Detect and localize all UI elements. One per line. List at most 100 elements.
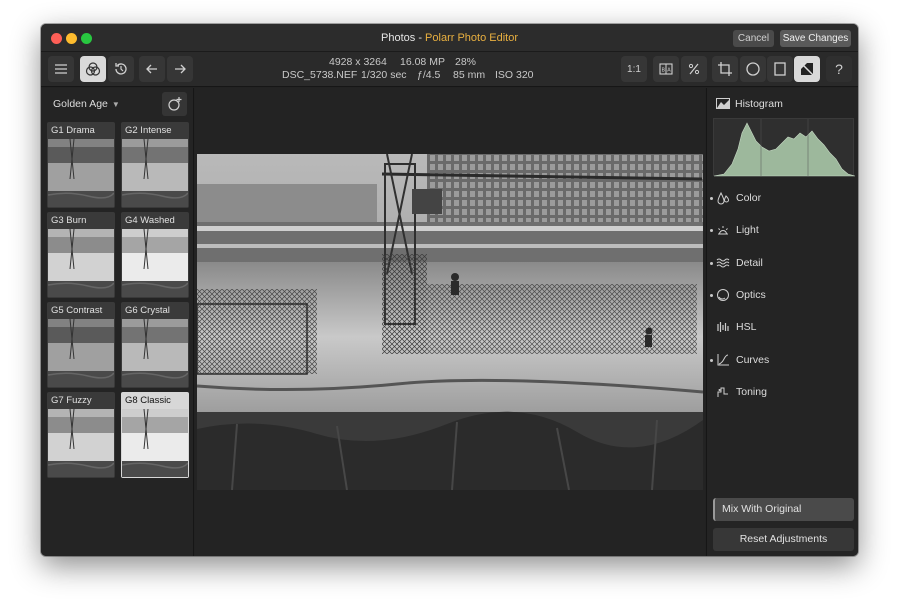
preset-thumbnail[interactable]: G4 Washed [121,212,189,298]
preset-thumbnail[interactable]: G2 Intense [121,122,189,208]
histogram-title: Histogram [735,98,783,110]
local-adjust-button[interactable] [794,56,820,82]
preset-label: G4 Washed [125,215,175,226]
aperture: ƒ/4.5 [417,69,441,81]
crop-button[interactable] [712,56,738,82]
adjustment-label: Curves [736,353,770,366]
preset-thumbnail[interactable]: G3 Burn [47,212,115,298]
square-mask-button[interactable] [767,56,793,82]
modified-dot [710,358,713,362]
preset-preview [48,229,114,297]
presets-panel: Golden Age ▼ G1 Drama G2 Intense G3 Burn G4 … [41,88,194,556]
adjustment-color[interactable]: Color [707,188,858,210]
before-after-button[interactable]: BA [653,56,679,82]
preset-preview [48,139,114,207]
preset-label: G5 Contrast [51,305,103,316]
add-preset-button[interactable] [162,92,187,116]
svg-text:B: B [662,68,666,74]
preset-label: G6 Crystal [125,305,170,316]
adjustment-label: Detail [736,256,763,269]
adjustment-label: Toning [736,385,767,398]
modified-dot [710,293,713,297]
image-dimensions: 4928 x 3264 [329,56,387,68]
preset-thumbnail[interactable]: G5 Contrast [47,302,115,388]
adjustment-detail[interactable]: Detail [707,253,858,275]
adjustment-label: Optics [736,288,766,301]
curves-icon [717,353,729,365]
image-filename: DSC_5738.NEF [282,69,358,81]
detail-waves-icon [716,258,730,268]
filters-icon [85,62,101,76]
undo-icon [146,64,157,74]
mix-with-original-slider[interactable]: Mix With Original [713,498,854,521]
adjustment-toning[interactable]: Toning [707,382,858,404]
circle-mask-icon [746,62,760,76]
adjustment-label: Light [736,224,759,237]
local-adjust-icon [800,62,814,76]
preset-preview [48,319,114,387]
image-megapixels: 16.08 MP [400,56,445,68]
preset-thumbnail[interactable]: G6 Crystal [121,302,189,388]
circle-mask-button[interactable] [740,56,766,82]
preset-label: G3 Burn [51,215,87,226]
percent-button[interactable] [681,56,707,82]
preset-label: G2 Intense [125,125,172,136]
adjustment-light[interactable]: Light [707,220,858,242]
help-button[interactable]: ? [826,56,852,82]
preset-thumbnail[interactable]: G1 Drama [47,122,115,208]
preset-group-dropdown[interactable]: Golden Age ▼ [53,98,120,110]
zoom-1-1-button[interactable]: 1:1 [621,56,647,82]
preset-preview [122,139,188,207]
preset-label: G1 Drama [51,125,95,136]
toning-icon [717,387,728,397]
adjustment-label: HSL [736,321,757,334]
filters-button[interactable] [80,56,106,82]
preset-preview [122,409,188,477]
preset-thumbnail[interactable]: G8 Classic [121,392,189,478]
shutter-speed: 1/320 sec [361,69,407,81]
title-prefix: Photos - [381,32,426,44]
iso-value: ISO 320 [495,69,534,81]
redo-icon [175,64,186,74]
cancel-button[interactable]: Cancel [733,30,774,47]
image-info: 4928 x 3264 16.08 MP 28% DSC_5738.NEF 1/… [271,56,541,82]
preset-preview [122,319,188,387]
history-button[interactable] [108,56,134,82]
light-sun-icon [718,226,728,235]
preset-preview [48,409,114,477]
chevron-down-icon: ▼ [111,100,120,109]
before-after-icon: BA [659,63,673,75]
app-window: Photos - Polarr Photo Editor Cancel Save… [41,24,858,556]
menu-icon [55,64,67,74]
redo-button[interactable] [167,56,193,82]
preset-label: G7 Fuzzy [51,395,92,406]
modified-dot [710,197,713,200]
adjustment-hsl[interactable]: HSL [707,317,858,339]
adjustment-optics[interactable]: Optics [707,285,858,307]
reset-adjustments-button[interactable]: Reset Adjustments [713,528,854,551]
histogram-chart [713,118,856,177]
app-name: Polarr Photo Editor [425,32,518,44]
history-icon [115,63,127,75]
save-changes-button[interactable]: Save Changes [780,30,851,47]
crop-icon [718,62,732,76]
histogram-icon [716,98,730,109]
modified-dot [710,229,713,233]
modified-dot [710,261,713,265]
adjustment-curves[interactable]: Curves [707,350,858,372]
histogram-graph [713,119,856,177]
hsl-bars-icon [717,322,729,333]
zoom-level: 28% [455,56,477,68]
adjustments-panel: Histogram Color Light Detail Optics HSL Curve… [706,88,858,556]
image-canvas[interactable] [195,88,705,556]
preset-label: G8 Classic [125,395,171,406]
adjustment-label: Color [736,192,762,204]
undo-button[interactable] [139,56,165,82]
square-mask-icon [774,62,786,76]
title-bar: Photos - Polarr Photo Editor Cancel Save… [41,24,858,52]
menu-button[interactable] [48,56,74,82]
preset-preview [122,229,188,297]
toolbar: 4928 x 3264 16.08 MP 28% DSC_5738.NEF 1/… [41,52,858,87]
preset-thumbnail[interactable]: G7 Fuzzy [47,392,115,478]
photo-preview[interactable] [197,154,703,490]
